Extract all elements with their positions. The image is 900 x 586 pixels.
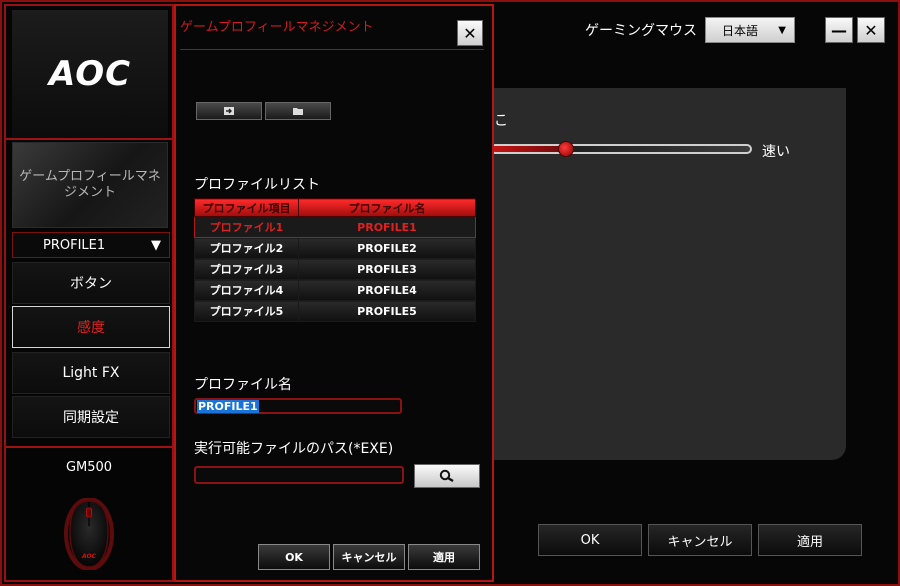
close-icon: ✕	[463, 23, 477, 43]
table-row[interactable]: プロファイル3 PROFILE3	[194, 258, 476, 280]
nav-buttons[interactable]: ボタン	[12, 262, 170, 304]
import-icon	[224, 107, 234, 115]
profile-item-cell: プロファイル5	[194, 300, 299, 322]
table-row[interactable]: プロファイル5 PROFILE5	[194, 300, 476, 322]
profile-table: プロファイル項目 プロファイル名 プロファイル1 PROFILE1 プロファイル…	[194, 198, 476, 322]
model-name: GM500	[65, 460, 113, 475]
slider-max-label: 速い	[762, 144, 790, 160]
profile-name-cell: PROFILE4	[298, 279, 476, 301]
window-close-button[interactable]: ✕	[857, 17, 885, 43]
import-button[interactable]	[196, 102, 262, 120]
profile-name-cell: PROFILE3	[298, 258, 476, 280]
profile-item-cell: プロファイル1	[194, 216, 299, 238]
profile-dropdown[interactable]: PROFILE1 ▼	[12, 232, 170, 258]
profile-item-cell: プロファイル2	[194, 237, 299, 259]
profile-management-dialog: ゲームプロフィールマネジメント ✕ プロファイルリスト プロファイル項目 プロフ…	[174, 4, 494, 582]
profile-name-cell: PROFILE2	[298, 237, 476, 259]
mouse-logo: AOC	[81, 553, 97, 560]
open-folder-button[interactable]	[265, 102, 331, 120]
divider	[6, 446, 172, 448]
profile-item-cell: プロファイル3	[194, 258, 299, 280]
profile-management-button[interactable]: ゲームプロフィールマネジメント	[12, 142, 168, 228]
table-row[interactable]: プロファイル1 PROFILE1	[194, 216, 476, 238]
header: ゲーミングマウス 日本語 ▼	[585, 16, 795, 44]
exe-path-input[interactable]	[194, 466, 404, 484]
cancel-button[interactable]: キャンセル	[648, 524, 752, 556]
nav-sensitivity[interactable]: 感度	[12, 306, 170, 348]
speed-slider-track[interactable]	[490, 144, 752, 154]
folder-icon	[293, 108, 303, 115]
language-value: 日本語	[722, 23, 759, 38]
profile-dropdown-value: PROFILE1	[43, 237, 106, 253]
ok-button[interactable]: OK	[538, 524, 642, 556]
mouse-image: AOC	[64, 498, 114, 570]
triangle-down-icon: ▼	[151, 237, 161, 253]
dialog-cancel-button[interactable]: キャンセル	[333, 544, 405, 570]
profile-name-cell: PROFILE1	[298, 216, 476, 238]
table-row[interactable]: プロファイル4 PROFILE4	[194, 279, 476, 301]
nav-sync-settings[interactable]: 同期設定	[12, 396, 170, 438]
nav-light-fx[interactable]: Light FX	[12, 352, 170, 394]
aoc-logo: AOC	[48, 54, 132, 94]
minimize-button[interactable]: —	[825, 17, 853, 43]
minimize-icon: —	[831, 20, 847, 40]
profile-list-label: プロファイルリスト	[194, 177, 320, 193]
language-dropdown[interactable]: 日本語 ▼	[705, 17, 795, 43]
dialog-title: ゲームプロフィールマネジメント	[180, 20, 374, 35]
table-row[interactable]: プロファイル2 PROFILE2	[194, 237, 476, 259]
column-header-item: プロファイル項目	[194, 198, 299, 217]
device-label: ゲーミングマウス	[585, 23, 697, 39]
table-header-row: プロファイル項目 プロファイル名	[194, 198, 476, 217]
column-header-name: プロファイル名	[298, 198, 476, 217]
profile-name-input[interactable]: PROFILE1	[194, 398, 402, 414]
dialog-ok-button[interactable]: OK	[258, 544, 330, 570]
dialog-apply-button[interactable]: 適用	[408, 544, 480, 570]
model-area: GM500 AOC	[6, 450, 172, 580]
apply-button[interactable]: 適用	[758, 524, 862, 556]
speed-slider-handle[interactable]	[557, 141, 574, 157]
panel-label-fragment: こ	[494, 113, 508, 129]
triangle-down-icon: ▼	[778, 24, 786, 36]
dialog-close-button[interactable]: ✕	[457, 20, 483, 46]
profile-name-cell: PROFILE5	[298, 300, 476, 322]
sidebar: AOC ゲームプロフィールマネジメント PROFILE1 ▼ ボタン 感度 Li…	[4, 4, 174, 582]
logo-box: AOC	[12, 10, 168, 138]
close-icon: ✕	[864, 20, 878, 40]
exe-path-label: 実行可能ファイルのパス(*EXE)	[194, 441, 394, 457]
divider	[6, 138, 172, 140]
browse-button[interactable]	[414, 464, 480, 488]
profile-name-label: プロファイル名	[194, 377, 292, 393]
search-icon	[439, 469, 454, 483]
profile-name-value: PROFILE1	[197, 399, 259, 413]
profile-item-cell: プロファイル4	[194, 279, 299, 301]
